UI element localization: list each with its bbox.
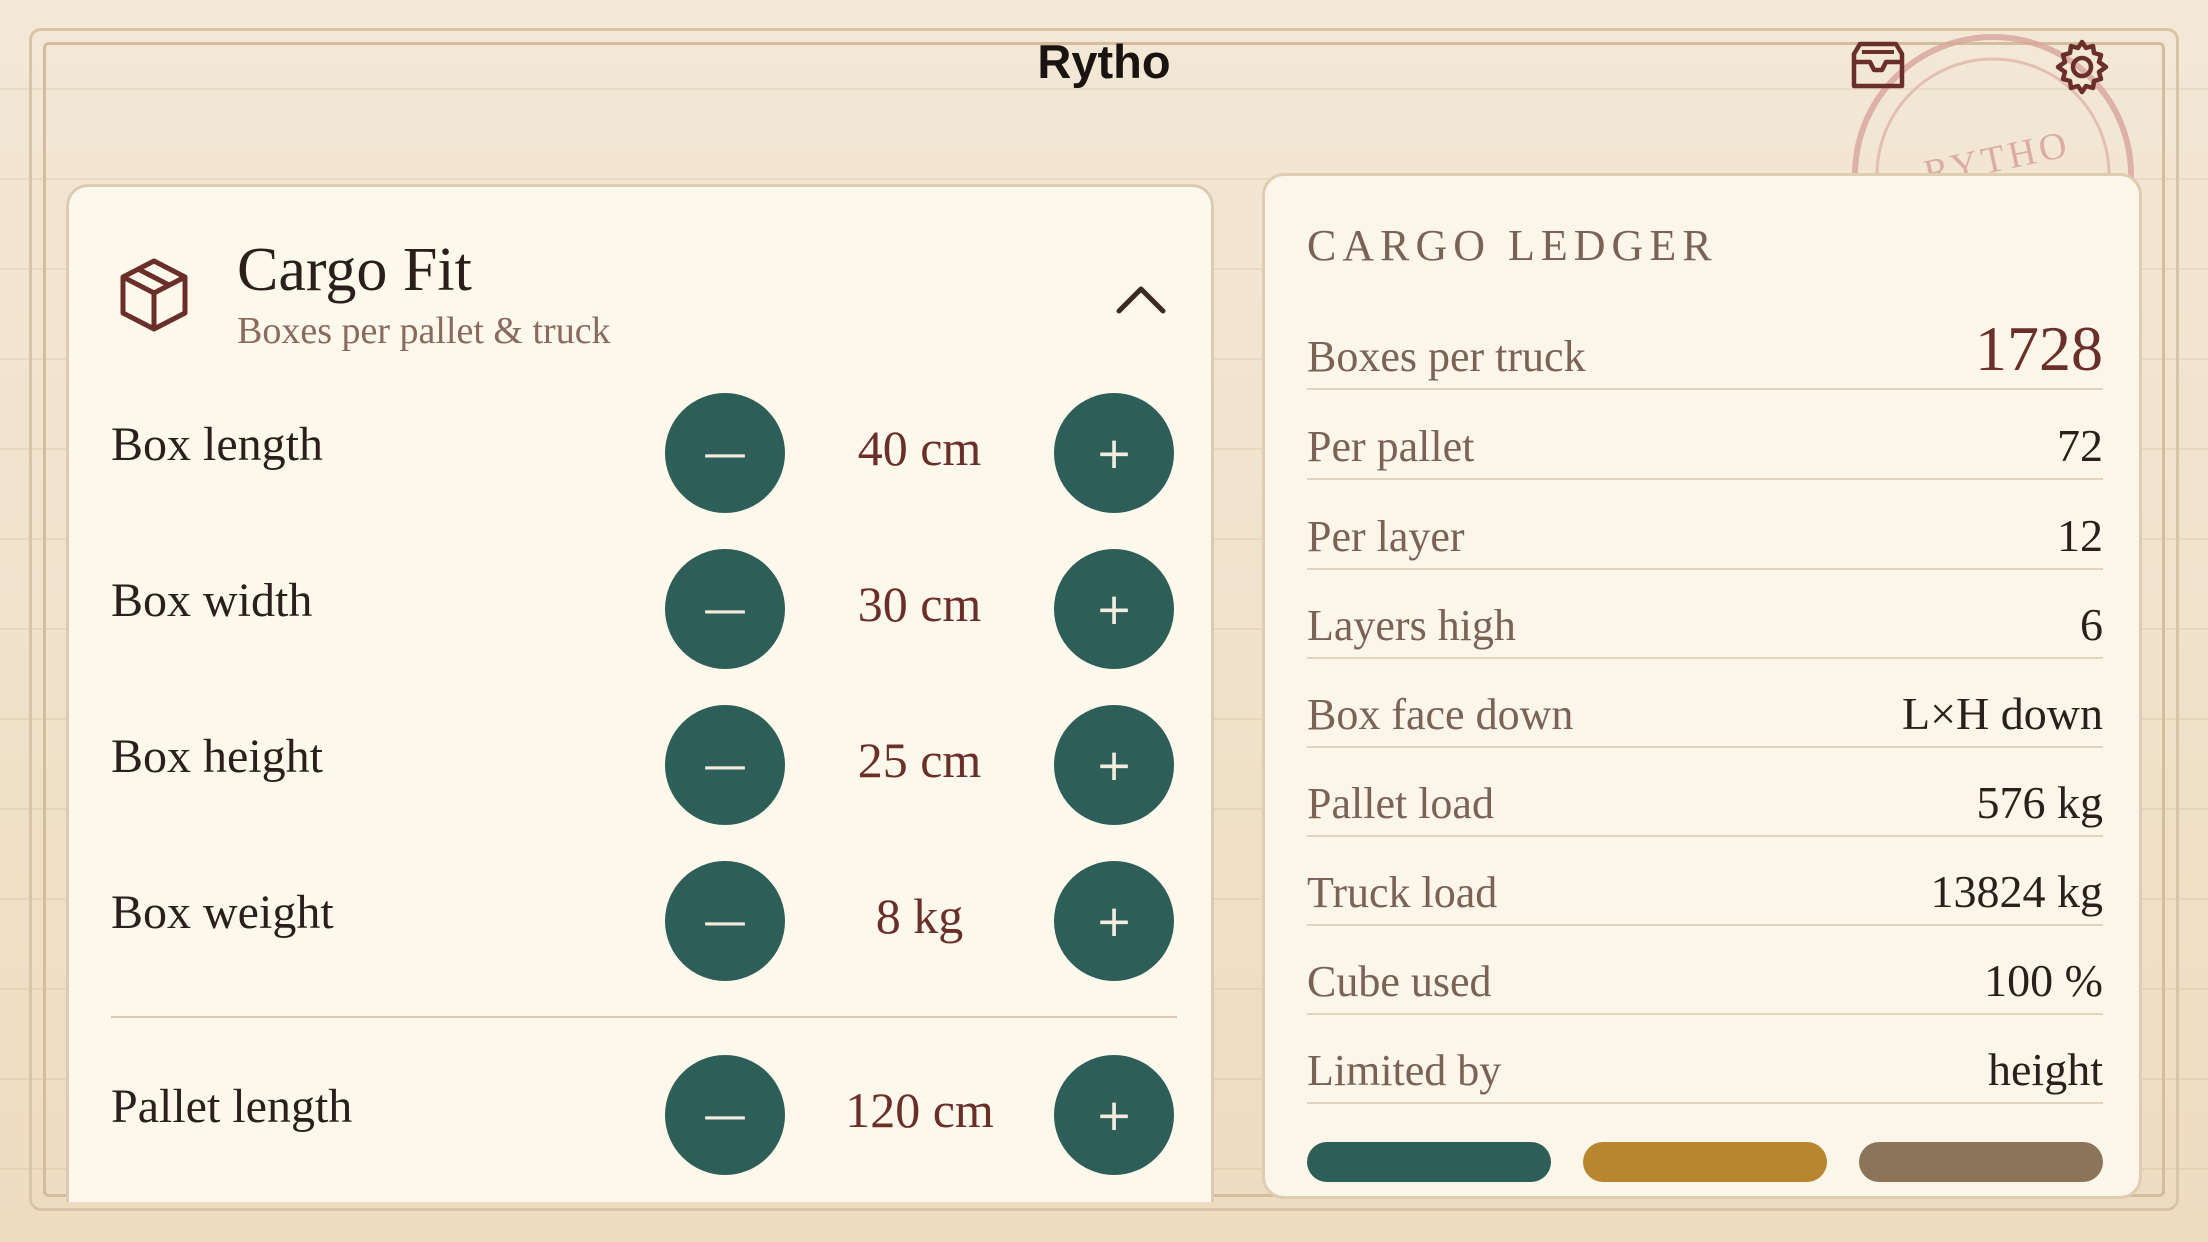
increment-button[interactable]: + [1054,1055,1174,1175]
pallet-length-row: Pallet length — 120 cm + [69,1055,1211,1175]
row-label: Box length [111,418,323,471]
row-value: 30 cm [857,576,982,632]
ledger-label: Layers high [1307,601,1516,650]
ledger-value: 1728 [1975,313,2103,384]
box-length-row: Box length — 40 cm + [69,393,1211,513]
row-label: Box weight [111,886,334,939]
ledger-label: Pallet load [1307,779,1494,828]
decrement-button[interactable]: — [665,861,785,981]
ledger-row-box-face-down: Box face down L×H down [1307,658,2103,748]
ledger-row-layers-high: Layers high 6 [1307,569,2103,659]
ledger-row-pallet-load: Pallet load 576 kg [1307,747,2103,837]
row-label: Box height [111,730,323,783]
row-value: 120 cm [845,1082,994,1138]
row-value: 40 cm [857,420,982,476]
ledger-value: 576 kg [1976,777,2104,828]
decrement-button[interactable]: — [665,549,785,669]
row-value: 25 cm [857,732,982,788]
increment-button[interactable]: + [1054,861,1174,981]
ledger-label: Per layer [1307,512,1465,561]
cargo-ledger-card: CARGO LEDGER Boxes per truck 1728 Per pa… [1262,173,2142,1199]
ledger-label: Truck load [1307,868,1498,917]
box-weight-row: Box weight — 8 kg + [69,861,1211,981]
row-label: Pallet length [111,1080,353,1133]
ledger-value: 6 [2080,599,2103,650]
gear-icon[interactable] [2053,38,2111,101]
cargo-fit-card: Cargo Fit Boxes per pallet & truck Box l… [66,184,1214,1202]
decrement-button[interactable]: — [665,705,785,825]
card-title: Cargo Fit [237,236,472,304]
action-button-brown[interactable] [1859,1142,2103,1182]
ledger-label: Cube used [1307,957,1492,1006]
increment-button[interactable]: + [1054,549,1174,669]
ledger-row-cube-used: Cube used 100 % [1307,925,2103,1015]
ledger-value: L×H down [1902,688,2103,739]
ledger-label: Limited by [1307,1046,1502,1095]
row-label: Box width [111,574,313,627]
ledger-title: CARGO LEDGER [1307,221,1718,270]
increment-button[interactable]: + [1054,705,1174,825]
box-width-row: Box width — 30 cm + [69,549,1211,669]
ledger-value: 13824 kg [1930,866,2104,917]
row-value: 8 kg [875,888,964,944]
section-divider [111,1016,1177,1018]
action-button-teal[interactable] [1307,1142,1551,1182]
svg-text:RYTHO: RYTHO [1920,123,2074,178]
action-button-gold[interactable] [1583,1142,1827,1182]
ledger-row-truck-load: Truck load 13824 kg [1307,836,2103,926]
tray-icon[interactable] [1846,40,1910,99]
ledger-value: height [1988,1044,2103,1095]
chevron-up-icon[interactable] [1113,279,1169,319]
ledger-value: 12 [2057,510,2103,561]
ledger-label: Boxes per truck [1307,332,1586,381]
decrement-button[interactable]: — [665,393,785,513]
ledger-value: 72 [2057,420,2103,471]
decrement-button[interactable]: — [665,1055,785,1175]
increment-button[interactable]: + [1054,393,1174,513]
ledger-row-limited-by: Limited by height [1307,1014,2103,1104]
ledger-label: Box face down [1307,690,1574,739]
ledger-row-per-pallet: Per pallet 72 [1307,390,2103,480]
ledger-label: Per pallet [1307,422,1475,471]
card-subtitle: Boxes per pallet & truck [237,310,611,352]
ledger-row-boxes-per-truck: Boxes per truck 1728 [1307,304,2103,390]
ledger-value: 100 % [1984,955,2103,1006]
ledger-row-per-layer: Per layer 12 [1307,480,2103,570]
box-height-row: Box height — 25 cm + [69,705,1211,825]
box-icon [119,257,189,338]
